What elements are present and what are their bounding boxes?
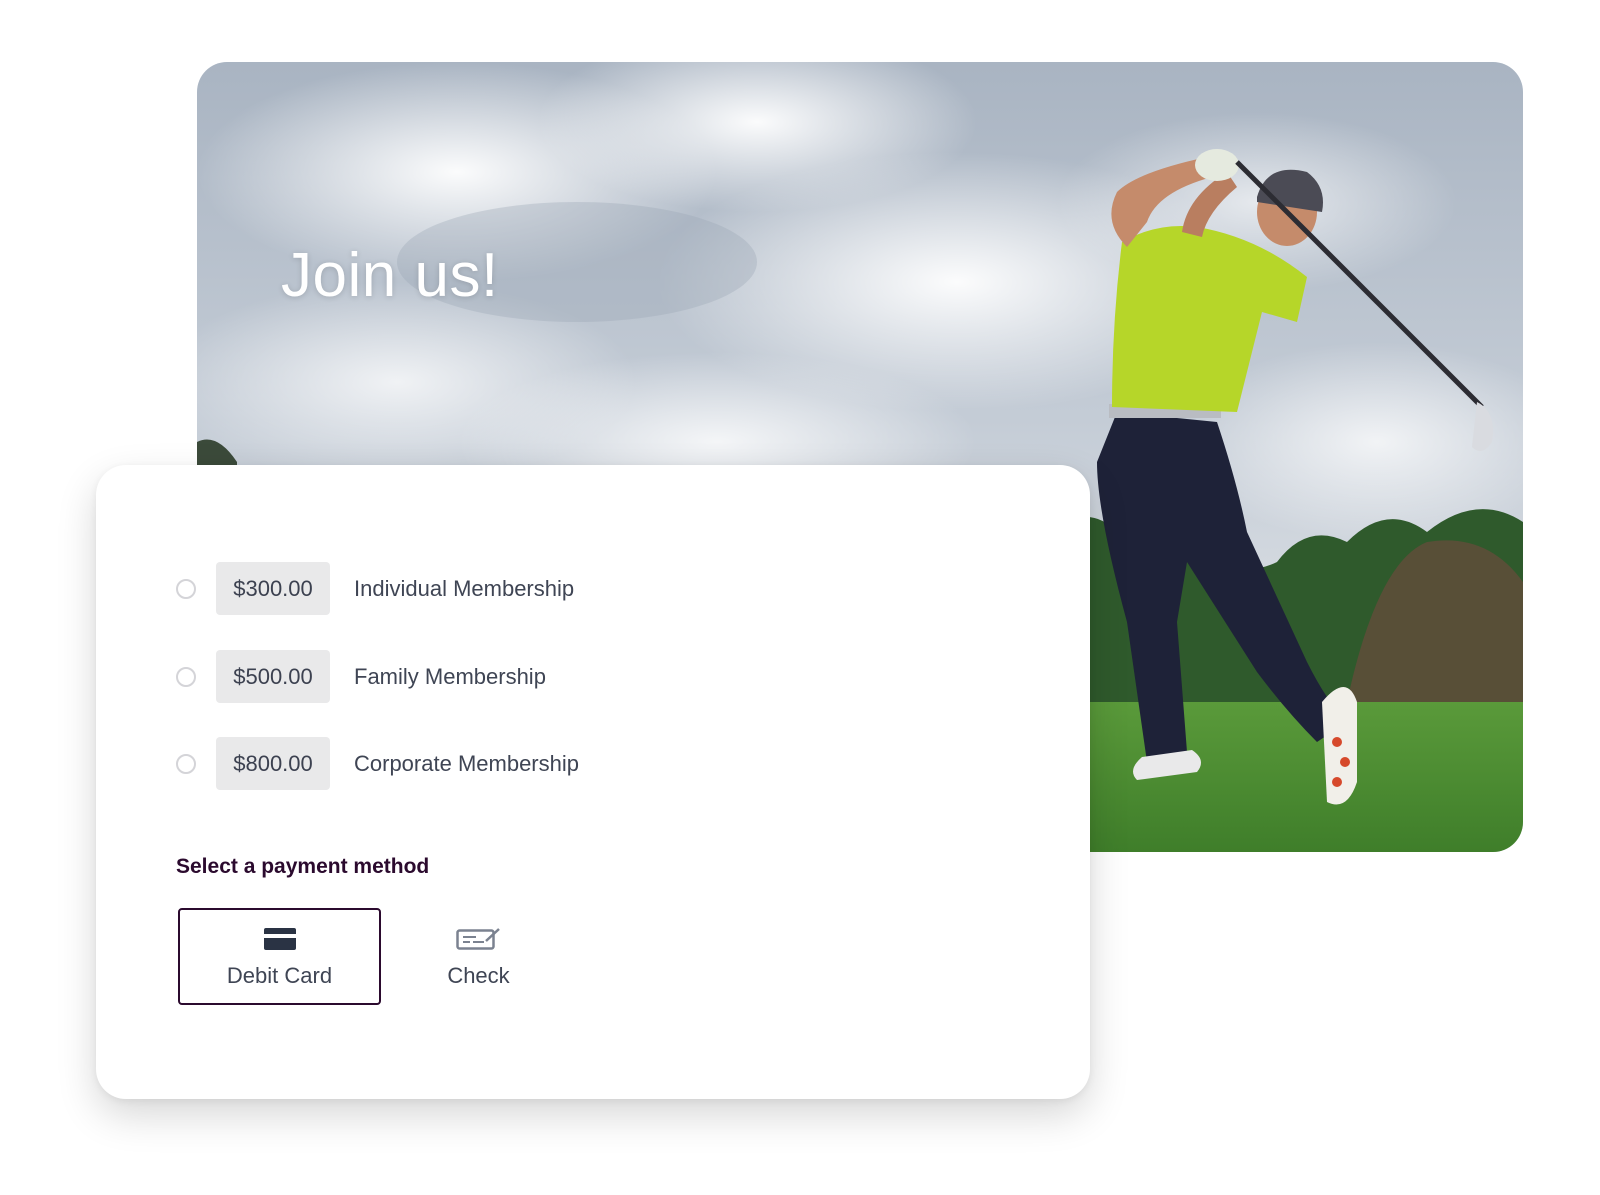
membership-radio[interactable] xyxy=(176,666,196,687)
price-badge: $300.00 xyxy=(216,562,330,615)
membership-option-individual[interactable]: $300.00 Individual Membership xyxy=(176,562,574,615)
membership-option-family[interactable]: $500.00 Family Membership xyxy=(176,650,546,703)
membership-label: Individual Membership xyxy=(354,575,575,601)
price-badge: $500.00 xyxy=(216,650,330,703)
payment-option-label: Debit Card xyxy=(226,962,333,988)
hero-title: Join us! xyxy=(281,241,499,310)
membership-radio[interactable] xyxy=(176,578,196,599)
price-badge: $800.00 xyxy=(216,737,330,790)
membership-label: Family Membership xyxy=(354,663,546,689)
membership-option-corporate[interactable]: $800.00 Corporate Membership xyxy=(176,737,579,790)
payment-method-heading: Select a payment method xyxy=(176,855,430,878)
membership-form-card: $300.00 Individual Membership $500.00 Fa… xyxy=(96,465,1090,1099)
check-icon xyxy=(455,925,502,953)
membership-label: Corporate Membership xyxy=(354,750,579,776)
payment-option-debit-card[interactable]: Debit Card xyxy=(178,908,381,1005)
credit-card-icon xyxy=(263,925,296,953)
membership-radio[interactable] xyxy=(176,753,196,774)
payment-option-label: Check xyxy=(447,962,510,988)
payment-option-check[interactable]: Check xyxy=(377,908,580,1005)
